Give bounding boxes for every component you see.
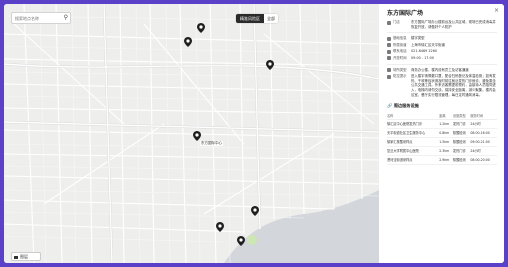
table-row[interactable]: 天平街道社区卫生服务中心 0.8km 核酸检测 08:00-16:00	[387, 128, 497, 139]
risk-marker-pin-icon[interactable]	[251, 206, 259, 216]
table-cell: 2.9km	[439, 155, 453, 166]
table-cell: 徐汇区中心医院发热门诊	[387, 119, 440, 130]
table-title: 周边服务设施	[393, 103, 419, 109]
table-cell: 09:00-21:00	[470, 137, 497, 148]
detail-row: 开放时间 09:00 - 17:00	[387, 56, 497, 61]
facility-table: 名称 距离 设施类型 服务时间 徐汇区中心医院发热门诊 1.2km 发热门诊 2…	[387, 112, 497, 166]
detail-label: 门店	[393, 20, 400, 24]
detail-label: 基础信息	[393, 36, 407, 41]
building-icon	[387, 36, 391, 41]
app-frame: ⚲ 精准风险区 全部 东方国际中心 图层 × 东方国际广场 门店 东方国际广场办…	[4, 4, 504, 263]
detail-panel: × 东方国际广场 门店 东方国际广场办公楼前台及公共区域，现场已完成消毒并恢复开…	[379, 4, 504, 263]
table-cell: 1.5km	[439, 137, 453, 148]
table-header: 服务时间	[470, 112, 497, 121]
risk-marker-pin-icon[interactable]	[216, 222, 224, 232]
risk-marker-pin-icon[interactable]	[197, 23, 205, 33]
table-cell: 0.8km	[439, 128, 453, 139]
detail-label: 所属街道	[393, 42, 407, 47]
table-cell: 发热门诊	[452, 146, 471, 157]
detail-value: 上海市徐汇区天平街道	[411, 42, 445, 47]
table-cell: 徐家汇核酸采样点	[387, 137, 440, 148]
detail-label: 场所类型	[393, 67, 407, 72]
table-cell: 24小时	[470, 146, 497, 157]
detail-row: 防控提示 进入楼宇请佩戴口罩，配合扫码登记及体温检测；如有发热、干咳等症状请及时…	[387, 74, 497, 97]
detail-value: 楼宇类型	[411, 36, 425, 41]
detail-row: 门店 东方国际广场办公楼前台及公共区域，现场已完成消毒并恢复开放，请做好个人防护	[387, 20, 497, 29]
close-icon[interactable]: ×	[494, 8, 499, 14]
detail-label: 开放时间	[393, 55, 407, 60]
detail-row: 联系电话 021-6469 2260	[387, 49, 497, 54]
table-header: 设施类型	[452, 112, 471, 121]
risk-marker-pin-icon[interactable]	[237, 236, 245, 246]
table-cell: 复旦大学附属中山医院	[387, 146, 440, 157]
detail-value: 进入楼宇请佩戴口罩，配合扫码登记及体温检测；如有发热、干咳等症状请及时前往就近发…	[411, 74, 496, 97]
view-toggle-inactive[interactable]: 全部	[264, 14, 278, 23]
table-header-row: 名称 距离 设施类型 服务时间	[387, 112, 497, 121]
table-cell: 核酸检测	[452, 155, 471, 166]
detail-row: 基础信息 楼宇类型	[387, 36, 497, 41]
phone-icon	[387, 49, 391, 54]
table-cell: 天平街道社区卫生服务中心	[387, 128, 440, 139]
view-toggle-active[interactable]: 精准风险区	[236, 14, 264, 23]
table-cell: 核酸检测	[452, 137, 471, 148]
warning-icon	[387, 74, 391, 79]
table-cell: 漕河泾街道采样点	[387, 155, 440, 166]
detail-label: 联系电话	[393, 49, 407, 54]
detail-value: 东方国际广场办公楼前台及公共区域，现场已完成消毒并恢复开放，请做好个人防护	[411, 20, 496, 29]
table-cell: 核酸检测	[452, 128, 471, 139]
layers-icon	[14, 255, 18, 259]
layer-button[interactable]: 图层	[11, 252, 41, 261]
detail-label: 防控提示	[393, 74, 407, 79]
table-cell: 24小时	[470, 119, 497, 130]
section-title: 🔗 周边服务设施	[387, 103, 497, 109]
panel-title: 东方国际广场	[387, 10, 424, 17]
table-cell: 08:00-16:00	[470, 128, 497, 139]
divider	[387, 63, 497, 65]
table-row[interactable]: 徐家汇核酸采样点 1.5km 核酸检测 09:00-21:00	[387, 137, 497, 148]
detail-value: 09:00 - 17:00	[411, 55, 434, 60]
link-icon: 🔗	[387, 103, 393, 109]
risk-marker-pin-icon[interactable]	[266, 60, 274, 70]
search-input[interactable]	[12, 13, 61, 23]
category-icon	[387, 68, 391, 73]
detail-value: 商务办公楼，楼内设有员工及访客通道	[411, 67, 469, 72]
view-toggle[interactable]: 精准风险区 全部	[236, 14, 278, 23]
info-icon	[387, 20, 391, 25]
clock-icon	[387, 56, 391, 61]
layer-button-label: 图层	[20, 254, 28, 259]
risk-marker-pin-icon[interactable]	[184, 37, 192, 47]
table-cell: 08:00-20:00	[470, 155, 497, 166]
table-cell: 2.3km	[439, 146, 453, 157]
location-icon	[387, 43, 391, 48]
divider	[387, 32, 497, 34]
search-box[interactable]: ⚲	[11, 12, 71, 24]
detail-row: 所属街道 上海市徐汇区天平街道	[387, 43, 497, 48]
map-canvas[interactable]: ⚲ 精准风险区 全部 东方国际中心 图层	[4, 4, 379, 263]
detail-row: 场所类型 商务办公楼，楼内设有员工及访客通道	[387, 68, 497, 73]
table-row[interactable]: 漕河泾街道采样点 2.9km 核酸检测 08:00-20:00	[387, 155, 497, 166]
table-header: 名称	[387, 112, 440, 121]
table-header: 距离	[439, 112, 453, 121]
table-row[interactable]: 徐汇区中心医院发热门诊 1.2km 发热门诊 24小时	[387, 119, 497, 130]
risk-marker-pin-icon[interactable]	[193, 131, 201, 141]
marker-label: 东方国际中心	[200, 141, 223, 146]
search-icon[interactable]: ⚲	[64, 14, 68, 22]
table-row[interactable]: 复旦大学附属中山医院 2.3km 发热门诊 24小时	[387, 146, 497, 157]
detail-value[interactable]: 021-6469 2260	[411, 49, 497, 54]
table-cell: 发热门诊	[452, 119, 471, 130]
table-cell: 1.2km	[439, 119, 453, 130]
